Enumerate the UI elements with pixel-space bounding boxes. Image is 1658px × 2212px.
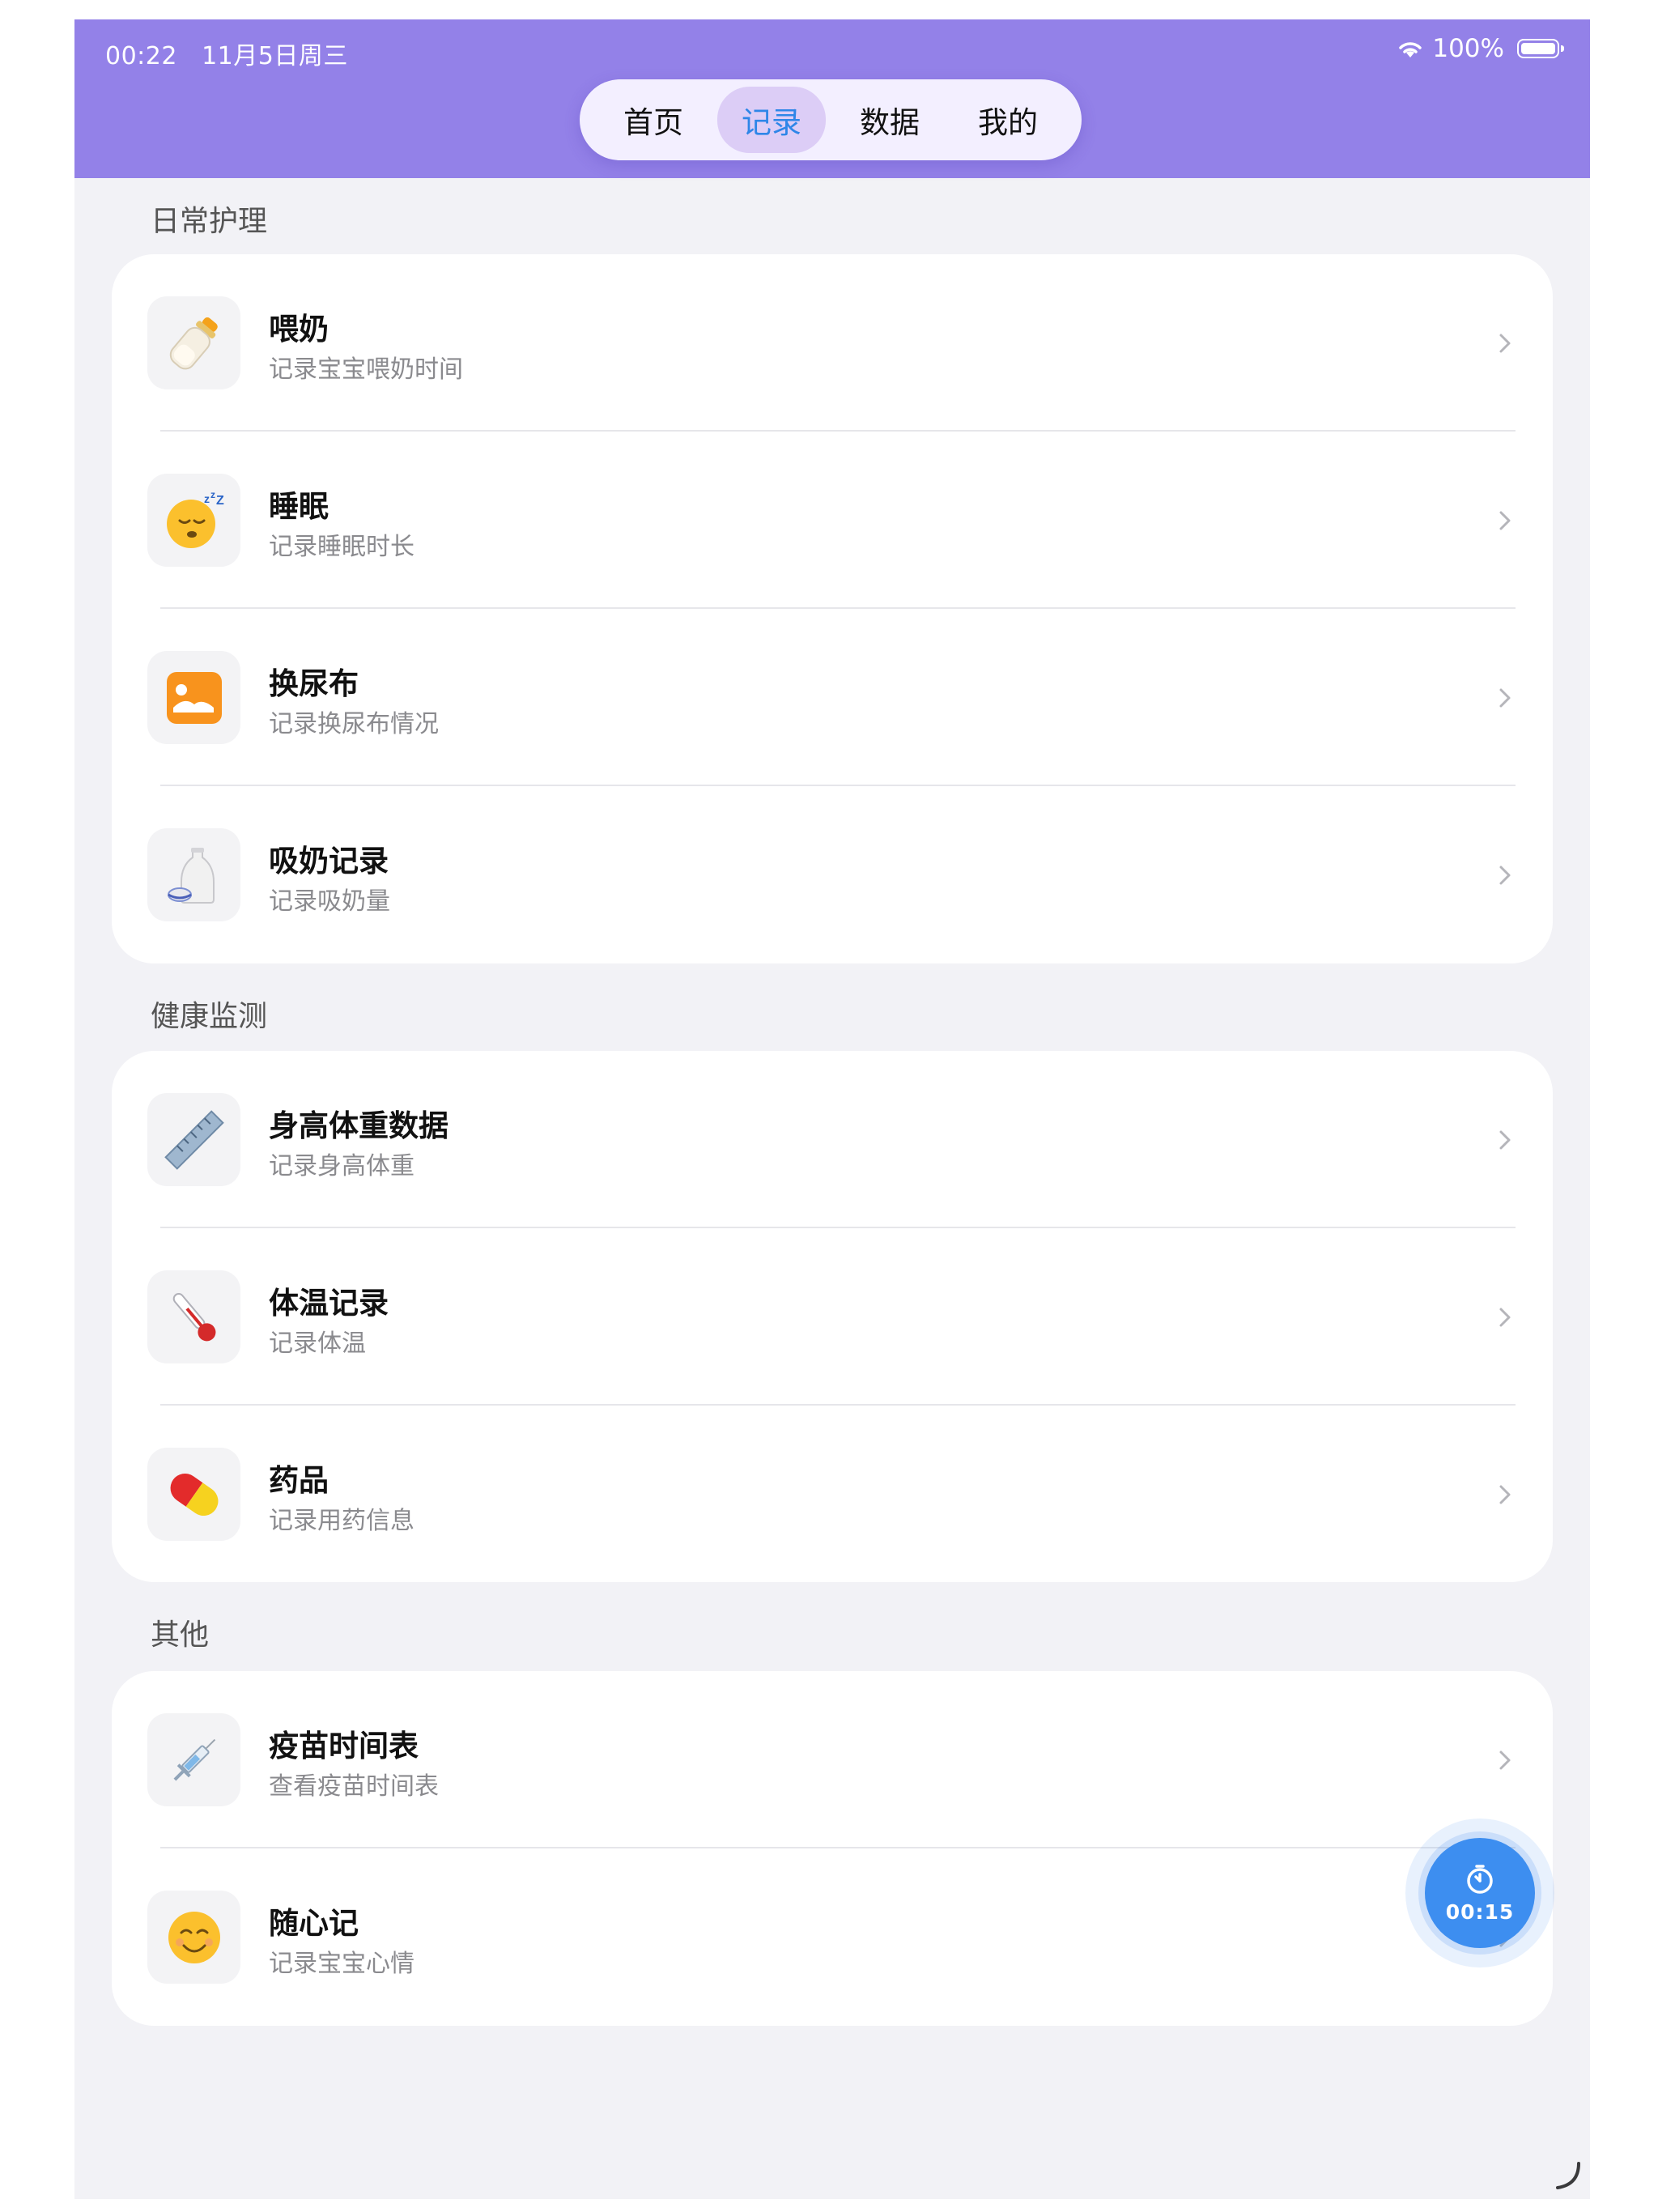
record-item-mood[interactable]: 随心记 记录宝宝心情 (112, 1848, 1553, 2026)
pill-icon (147, 1448, 240, 1541)
item-title: 换尿布 (269, 666, 359, 701)
chevron-right-icon (1499, 511, 1511, 530)
svg-text:z: z (210, 489, 215, 500)
section-title-other: 其他 (151, 1619, 210, 1652)
record-item-medicine[interactable]: 药品 记录用药信息 (112, 1406, 1553, 1583)
tab-records[interactable]: 记录 (717, 87, 826, 153)
daily-care-card: 喂奶 记录宝宝喂奶时间 z z Z 睡眠 记录睡眠时长 换尿布 记录换尿布情况 … (112, 254, 1553, 963)
floating-timer-button[interactable]: 00:15 (1405, 1819, 1554, 1967)
smiling-face-icon (147, 1891, 240, 1984)
item-title: 喂奶 (269, 312, 329, 347)
item-subtitle: 查看疫苗时间表 (269, 1772, 439, 1801)
timer-icon (1467, 1864, 1493, 1894)
record-item-pumping[interactable]: 吸奶记录 记录吸奶量 (112, 786, 1553, 963)
tab-mine[interactable]: 我的 (954, 87, 1062, 153)
item-title: 随心记 (269, 1906, 359, 1941)
app-screen: 00:22 11月5日周三 100% 首页 记录 数据 我的 日常护理 喂奶 记… (74, 19, 1590, 2199)
record-item-vaccine[interactable]: 疫苗时间表 查看疫苗时间表 (112, 1671, 1553, 1848)
item-title: 药品 (269, 1463, 329, 1498)
resize-handle-icon[interactable] (1551, 2159, 1584, 2191)
chevron-right-icon (1499, 1750, 1511, 1770)
baby-bottle-icon (147, 296, 240, 389)
tab-bar: 首页 记录 数据 我的 (580, 79, 1082, 160)
chevron-right-icon (1499, 1485, 1511, 1504)
item-subtitle: 记录换尿布情况 (269, 710, 439, 738)
record-item-growth[interactable]: 身高体重数据 记录身高体重 (112, 1051, 1553, 1228)
chevron-right-icon (1499, 334, 1511, 353)
item-subtitle: 记录用药信息 (269, 1507, 414, 1535)
wifi-icon (1399, 42, 1422, 57)
record-item-temperature[interactable]: 体温记录 记录体温 (112, 1228, 1553, 1406)
svg-text:z: z (204, 492, 210, 505)
section-title-daily-care: 日常护理 (151, 205, 268, 238)
header-bar: 00:22 11月5日周三 100% 首页 记录 数据 我的 (74, 19, 1590, 178)
tab-data[interactable]: 数据 (835, 87, 944, 153)
diaper-icon (147, 651, 240, 744)
chevron-right-icon (1499, 866, 1511, 885)
item-title: 身高体重数据 (269, 1108, 449, 1143)
item-subtitle: 记录宝宝喂奶时间 (269, 355, 463, 384)
syringe-icon (147, 1713, 240, 1806)
timer-button-core: 00:15 (1425, 1838, 1535, 1948)
chevron-right-icon (1499, 688, 1511, 708)
section-title-health: 健康监测 (151, 1000, 268, 1033)
record-item-sleep[interactable]: z z Z 睡眠 记录睡眠时长 (112, 432, 1553, 609)
other-card: 疫苗时间表 查看疫苗时间表 随心记 记录宝宝心情 (112, 1671, 1553, 2026)
item-title: 体温记录 (269, 1286, 389, 1321)
record-item-diaper[interactable]: 换尿布 记录换尿布情况 (112, 609, 1553, 786)
status-time: 00:22 11月5日周三 (105, 36, 348, 71)
status-clock: 00:22 (105, 42, 177, 70)
battery-percent: 100% (1432, 34, 1504, 63)
item-subtitle: 记录身高体重 (269, 1152, 414, 1180)
thermometer-icon (147, 1270, 240, 1363)
item-subtitle: 记录体温 (269, 1329, 366, 1358)
item-subtitle: 记录睡眠时长 (269, 533, 414, 561)
item-title: 吸奶记录 (269, 844, 389, 878)
chevron-right-icon (1499, 1308, 1511, 1327)
health-card: 身高体重数据 记录身高体重 体温记录 记录体温 药品 记录用药信息 (112, 1051, 1553, 1582)
sake-bottle-icon (147, 828, 240, 921)
record-item-feeding[interactable]: 喂奶 记录宝宝喂奶时间 (112, 254, 1553, 432)
status-date: 11月5日周三 (202, 42, 348, 70)
item-title: 睡眠 (269, 489, 329, 524)
status-indicators: 100% (1397, 34, 1564, 63)
tab-home[interactable]: 首页 (599, 87, 708, 153)
timer-elapsed: 00:15 (1445, 1899, 1515, 1924)
item-subtitle: 记录宝宝心情 (269, 1950, 414, 1978)
item-title: 疫苗时间表 (269, 1729, 419, 1763)
svg-text:Z: Z (216, 494, 224, 508)
item-subtitle: 记录吸奶量 (269, 887, 390, 916)
sleepy-face-icon: z z Z (147, 474, 240, 567)
battery-icon (1517, 39, 1564, 58)
chevron-right-icon (1499, 1130, 1511, 1150)
ruler-icon (147, 1093, 240, 1186)
